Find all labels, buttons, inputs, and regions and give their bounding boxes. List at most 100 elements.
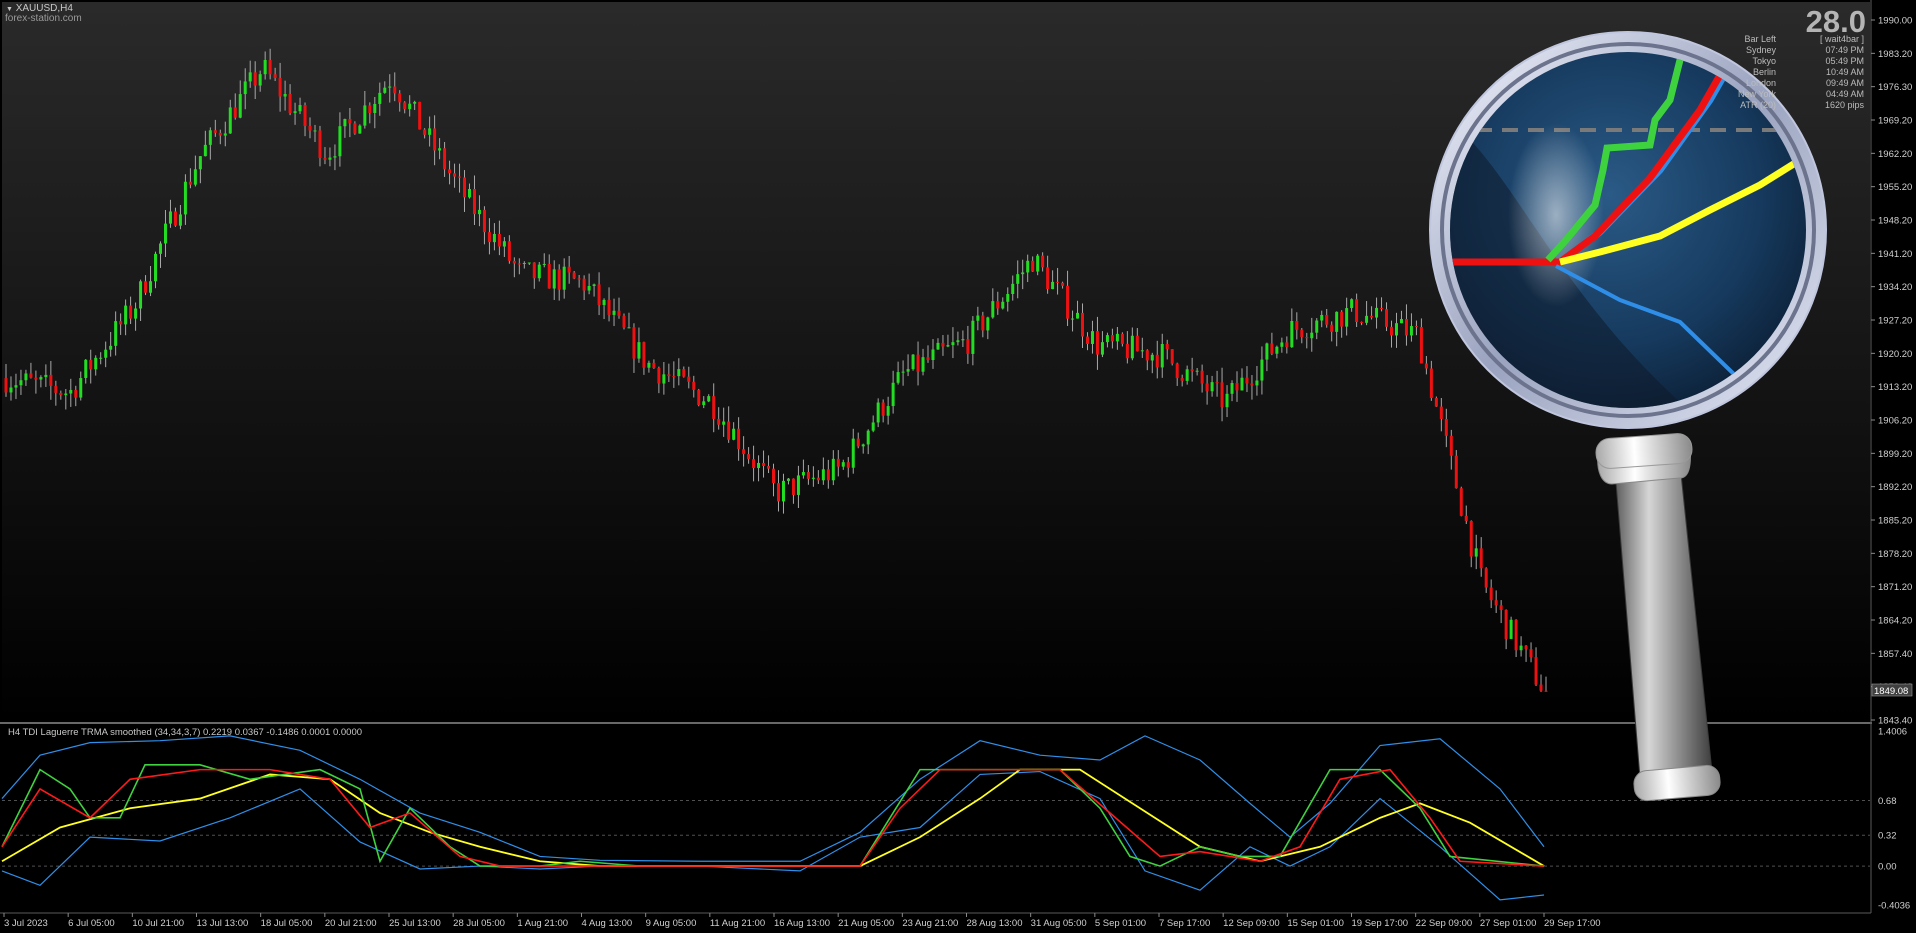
- bull-candle: [198, 156, 202, 170]
- bear-candle: [667, 374, 671, 377]
- bull-candle: [1260, 359, 1264, 381]
- bear-candle: [458, 176, 462, 178]
- bear-candle: [1414, 326, 1418, 328]
- bear-candle: [1205, 383, 1209, 392]
- bear-candle: [423, 129, 427, 135]
- bear-candle: [453, 173, 457, 177]
- bull-candle: [1076, 312, 1080, 319]
- bull-candle: [44, 374, 48, 378]
- indicator-tick-label: 1.4006: [1878, 727, 1907, 738]
- bear-candle: [881, 402, 885, 416]
- bull-candle: [19, 380, 23, 386]
- bear-candle: [747, 454, 751, 460]
- bull-candle: [707, 396, 711, 402]
- bear-candle: [1300, 329, 1304, 338]
- bull-candle: [154, 253, 158, 282]
- menu-triangle-icon[interactable]: ▼: [6, 6, 13, 13]
- current-price-label: 1849.08: [1871, 683, 1913, 697]
- bear-candle: [836, 458, 840, 467]
- bull-candle: [1365, 315, 1369, 323]
- bull-candle: [861, 444, 865, 447]
- price-tick-label: 1976.30: [1878, 82, 1912, 93]
- bear-candle: [682, 369, 686, 377]
- bull-candle: [1509, 619, 1513, 639]
- indicator-title: H4 TDI Laguerre TRMA smoothed (34,34,3,7…: [8, 727, 362, 738]
- indicator-tick-label: -0.4036: [1878, 901, 1910, 912]
- bear-candle: [1529, 649, 1533, 658]
- bear-candle: [846, 462, 850, 468]
- bull-candle: [203, 144, 207, 157]
- bear-candle: [1534, 657, 1538, 685]
- bear-candle: [1031, 260, 1035, 272]
- time-tick-label: 6 Jul 05:00: [68, 918, 114, 929]
- bear-candle: [323, 158, 327, 160]
- indicator-pane-background: [2, 725, 1870, 913]
- bear-candle: [1170, 349, 1174, 364]
- bull-candle: [1026, 260, 1030, 273]
- bear-candle: [497, 233, 501, 247]
- price-tick-label: 1983.20: [1878, 49, 1912, 60]
- bull-candle: [383, 87, 387, 93]
- price-chart[interactable]: 1990.00 1983.20 1976.30 1969.20 1962.20 1955.…: [0, 0, 1916, 933]
- bear-candle: [697, 389, 701, 406]
- bear-candle: [89, 359, 93, 370]
- bear-candle: [1046, 267, 1050, 290]
- bull-candle: [283, 93, 287, 97]
- bear-candle: [393, 86, 397, 94]
- bear-candle: [762, 462, 766, 466]
- bear-candle: [1340, 311, 1344, 327]
- bear-candle: [692, 381, 696, 390]
- bear-candle: [1081, 312, 1085, 337]
- bull-candle: [677, 369, 681, 377]
- price-tick-label: 1864.20: [1878, 616, 1912, 627]
- bear-candle: [1061, 282, 1065, 286]
- bull-candle: [866, 430, 870, 445]
- bull-candle: [178, 214, 182, 226]
- bear-candle: [752, 459, 756, 469]
- bear-candle: [507, 241, 511, 261]
- bull-candle: [876, 402, 880, 423]
- bull-candle: [1011, 283, 1015, 295]
- info-row-value: 04:49 AM: [1825, 89, 1864, 99]
- bear-candle: [517, 263, 521, 265]
- bull-candle: [871, 422, 875, 431]
- bull-candle: [263, 59, 267, 75]
- time-tick-label: 20 Jul 21:00: [325, 918, 377, 929]
- bear-candle: [1125, 343, 1129, 359]
- bear-candle: [941, 342, 945, 347]
- bull-candle: [886, 406, 890, 416]
- bull-candle: [69, 389, 73, 394]
- bear-candle: [856, 438, 860, 447]
- time-tick-label: 28 Aug 13:00: [967, 918, 1023, 929]
- bear-candle: [288, 93, 292, 114]
- bear-candle: [487, 232, 491, 243]
- bear-candle: [642, 342, 646, 368]
- bull-candle: [84, 359, 88, 379]
- bull-candle: [757, 462, 761, 469]
- bull-candle: [293, 111, 297, 114]
- bull-candle: [1255, 380, 1259, 386]
- bull-candle: [163, 223, 167, 244]
- price-tick-label: 1948.20: [1878, 216, 1912, 227]
- bull-candle: [732, 428, 736, 440]
- bull-candle: [722, 421, 726, 425]
- bull-candle: [492, 233, 496, 243]
- bull-candle: [1100, 342, 1104, 355]
- bull-candle: [388, 86, 392, 88]
- bear-candle: [1499, 605, 1503, 611]
- bull-candle: [238, 94, 242, 118]
- bull-candle: [901, 371, 905, 373]
- time-tick-label: 31 Aug 05:00: [1031, 918, 1087, 929]
- time-axis: 3 Jul 2023 6 Jul 05:00 10 Jul 21:00 13 Jul …: [3, 913, 1601, 929]
- bear-candle: [1424, 363, 1428, 369]
- bear-candle: [348, 119, 352, 124]
- info-row: Tokyo 05:49 PM: [1700, 56, 1868, 67]
- bull-candle: [786, 478, 790, 481]
- price-tick-label: 1892.20: [1878, 482, 1912, 493]
- bear-candle: [1110, 335, 1114, 342]
- info-row-label: London: [1745, 78, 1776, 88]
- bear-candle: [737, 428, 741, 450]
- bear-candle: [1295, 320, 1299, 330]
- bear-candle: [1220, 382, 1224, 408]
- bear-candle: [776, 483, 780, 502]
